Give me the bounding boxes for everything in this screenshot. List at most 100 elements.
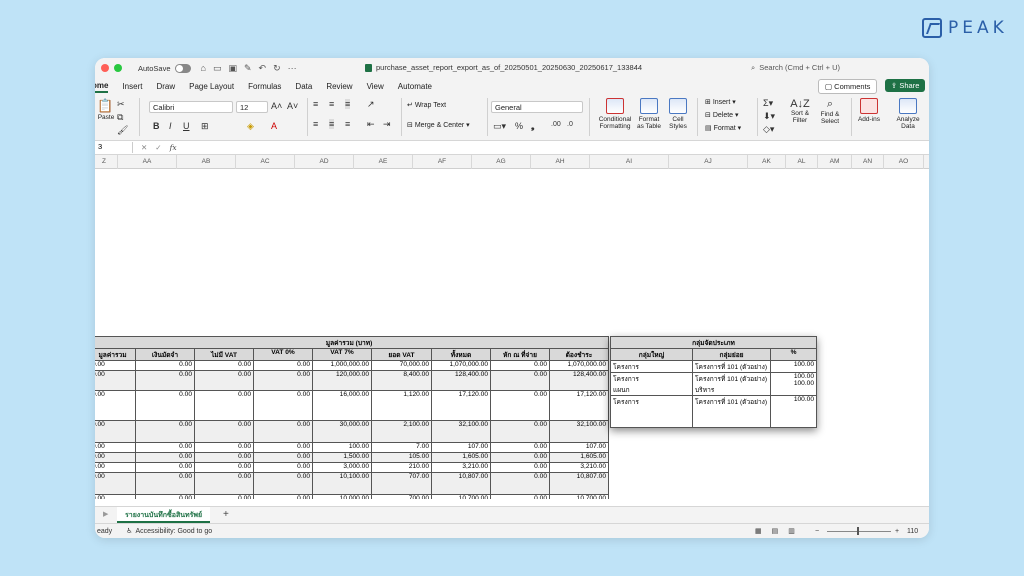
column-header-an[interactable]: AN: [852, 155, 884, 169]
table-cell[interactable]: 10,807.00: [431, 472, 491, 495]
column-header-am[interactable]: AM: [818, 155, 852, 169]
table-cell[interactable]: 32,100.00: [431, 420, 491, 443]
table-cell[interactable]: 0.00: [194, 360, 254, 371]
confirm-icon[interactable]: ✓: [155, 143, 161, 152]
autosave-toggle[interactable]: AutoSave: [138, 63, 191, 73]
table-cell[interactable]: 0.00: [95, 442, 136, 453]
column-header-ae[interactable]: AE: [354, 155, 413, 169]
table-cell[interactable]: 0.00: [490, 494, 550, 499]
table-cell[interactable]: 8,400.00: [371, 370, 432, 391]
table-cell[interactable]: 0.00: [95, 462, 136, 473]
column-header-ac[interactable]: AC: [236, 155, 295, 169]
table-cell[interactable]: 0.00: [490, 472, 550, 495]
paste-button[interactable]: 📋 Paste: [97, 98, 115, 121]
underline-icon[interactable]: U: [183, 121, 190, 131]
align-left-icon[interactable]: ≡: [313, 119, 318, 129]
table-cell[interactable]: 70,000.00: [371, 360, 432, 371]
currency-icon[interactable]: ▭▾: [493, 121, 506, 132]
merge-center-button[interactable]: ⊟ Merge & Center ▾: [407, 121, 470, 129]
table-cell[interactable]: 0.00: [135, 390, 195, 421]
table-cell[interactable]: 0.00: [95, 452, 136, 463]
table-cell[interactable]: 0.00: [135, 462, 195, 473]
table-cell[interactable]: 0.00: [194, 472, 254, 495]
table-cell[interactable]: 0.00: [135, 370, 195, 391]
column-header-af[interactable]: AF: [413, 155, 472, 169]
close-window-button[interactable]: [101, 64, 109, 72]
sheet-nav-icon[interactable]: ▶: [103, 510, 108, 518]
table-cell[interactable]: 1,070,000.00: [431, 360, 491, 371]
align-middle-icon[interactable]: ≡: [329, 99, 334, 109]
table-cell[interactable]: 0.00: [95, 360, 136, 371]
table-cell[interactable]: 0.00: [490, 452, 550, 463]
table-cell[interactable]: 0.00: [253, 442, 313, 453]
fill-icon[interactable]: ⬇▾: [763, 111, 775, 122]
increase-decimal-icon[interactable]: .00: [551, 121, 561, 128]
table-cell[interactable]: 2,100.00: [371, 420, 432, 443]
table-cell[interactable]: 107.00: [431, 442, 491, 453]
table-cell[interactable]: 0.00: [135, 472, 195, 495]
bold-icon[interactable]: B: [153, 121, 160, 131]
folder-icon[interactable]: ▭: [213, 63, 222, 74]
table-cell[interactable]: 7.00: [371, 442, 432, 453]
format-as-table-button[interactable]: Format as Table: [635, 98, 663, 131]
table-cell[interactable]: 0.00: [253, 420, 313, 443]
table-cell[interactable]: 30,000.00: [312, 420, 372, 443]
group-cell[interactable]: โครงการ: [610, 360, 693, 373]
edit-icon[interactable]: ✎: [244, 63, 252, 74]
table-cell[interactable]: 10,100.00: [312, 472, 372, 495]
page-layout-view-icon[interactable]: ▤: [772, 527, 779, 535]
tab-review[interactable]: Review: [326, 82, 352, 91]
align-top-icon[interactable]: ≡: [313, 99, 318, 109]
table-cell[interactable]: 0.00: [135, 452, 195, 463]
redo-icon[interactable]: ↻: [273, 63, 281, 74]
table-cell[interactable]: 0.00: [135, 494, 195, 499]
group-cell[interactable]: 100.00 100.00: [770, 372, 817, 396]
home-icon[interactable]: ⌂: [201, 63, 206, 74]
align-right-icon[interactable]: ≡: [345, 119, 350, 129]
cell-styles-button[interactable]: Cell Styles: [665, 98, 691, 131]
table-cell[interactable]: 0.00: [135, 442, 195, 453]
table-cell[interactable]: 0.00: [253, 472, 313, 495]
table-cell[interactable]: 16,000.00: [312, 390, 372, 421]
conditional-formatting-button[interactable]: Conditional Formatting: [595, 98, 635, 131]
table-cell[interactable]: 17,120.00: [431, 390, 491, 421]
table-cell[interactable]: 0.00: [490, 420, 550, 443]
format-painter-icon[interactable]: 🖌: [117, 125, 128, 136]
column-header-ag[interactable]: AG: [472, 155, 531, 169]
font-color-icon[interactable]: A: [271, 121, 277, 131]
add-sheet-icon[interactable]: +: [223, 509, 229, 520]
table-cell[interactable]: 0.00: [253, 462, 313, 473]
number-format-select[interactable]: General: [491, 101, 583, 113]
table-cell[interactable]: 128,400.00: [431, 370, 491, 391]
table-cell[interactable]: 3,210.00: [431, 462, 491, 473]
table-cell[interactable]: 0.00: [95, 370, 136, 391]
group-cell[interactable]: โครงการที่ 101 (ตัวอย่าง) บริหาร: [692, 372, 771, 396]
group-cell[interactable]: โครงการ แผนก: [610, 372, 693, 396]
table-cell[interactable]: 107.00: [549, 442, 609, 453]
table-cell[interactable]: 0.00: [490, 442, 550, 453]
column-header-aj[interactable]: AJ: [669, 155, 748, 169]
font-size-select[interactable]: 12: [236, 101, 268, 113]
table-cell[interactable]: 0.00: [194, 442, 254, 453]
table-cell[interactable]: 0.00: [194, 390, 254, 421]
table-cell[interactable]: 0.00: [253, 494, 313, 499]
table-cell[interactable]: 100.00: [312, 442, 372, 453]
table-cell[interactable]: 210.00: [371, 462, 432, 473]
table-cell[interactable]: 10,700.00: [431, 494, 491, 499]
table-cell[interactable]: 3,000.00: [312, 462, 372, 473]
column-header-al[interactable]: AL: [786, 155, 818, 169]
table-cell[interactable]: 17,120.00: [549, 390, 609, 421]
save-icon[interactable]: ▣: [228, 63, 237, 74]
table-cell[interactable]: 0.00: [95, 494, 136, 499]
column-header-ak[interactable]: AK: [748, 155, 786, 169]
undo-icon[interactable]: ↶: [259, 63, 267, 74]
tab-insert[interactable]: Insert: [122, 82, 142, 91]
find-select-button[interactable]: ⌕ Find & Select: [815, 98, 845, 126]
borders-icon[interactable]: ⊞: [201, 121, 209, 132]
table-cell[interactable]: 0.00: [194, 420, 254, 443]
sheet-tab-asset-report[interactable]: รายงานบันทึกซื้อสินทรัพย์: [117, 507, 211, 523]
analyze-data-button[interactable]: Analyze Data: [891, 98, 925, 131]
more-icon[interactable]: ···: [288, 63, 297, 74]
insert-cells-button[interactable]: ⊞ Insert ▾: [705, 98, 736, 106]
tab-home[interactable]: ome: [95, 81, 109, 93]
